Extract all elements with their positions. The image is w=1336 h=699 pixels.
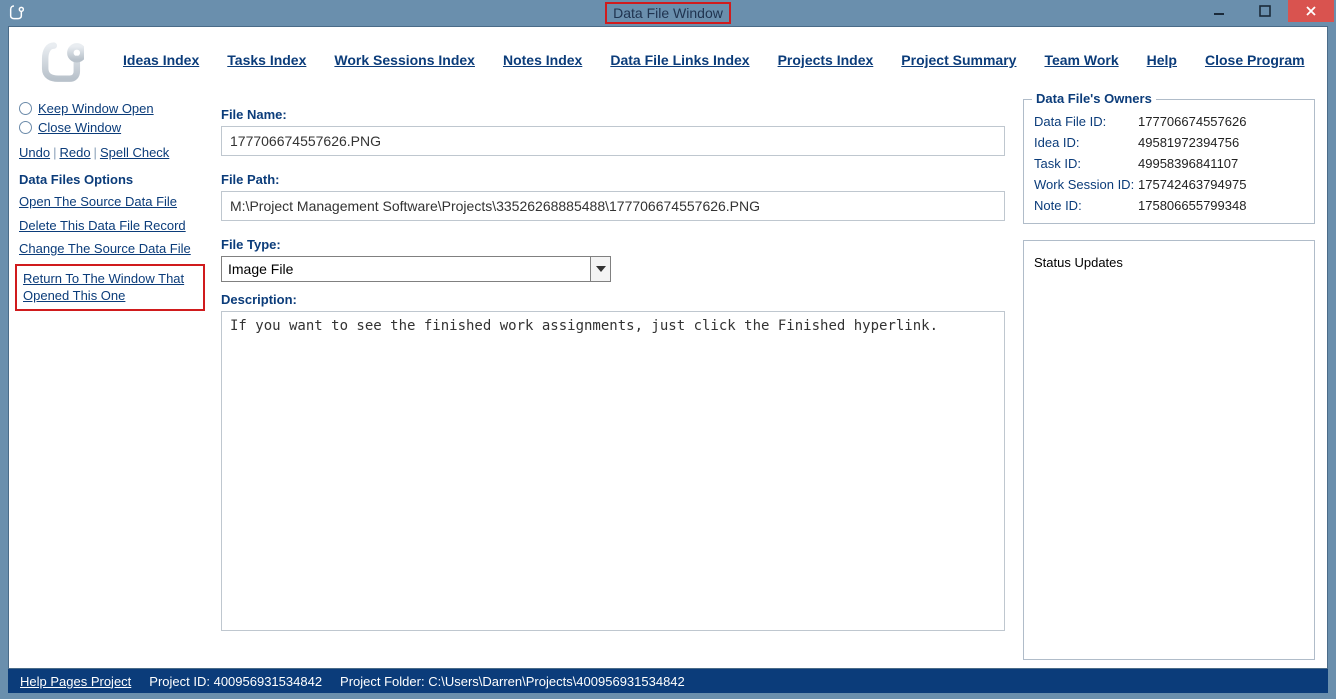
menu-close-program[interactable]: Close Program [1205,52,1305,68]
radio-keep-label: Keep Window Open [38,101,154,116]
change-source-data-file-link[interactable]: Change The Source Data File [19,240,211,258]
app-logo-icon [27,33,95,87]
menu-ideas-index[interactable]: Ideas Index [123,52,199,68]
file-path-label: File Path: [221,172,1005,187]
note-id-value: 175806655799348 [1138,198,1246,213]
radio-icon [19,121,32,134]
radio-close-label: Close Window [38,120,121,135]
idea-id-value: 49581972394756 [1138,135,1239,150]
left-sidebar: Keep Window Open Close Window Undo | Red… [9,93,217,668]
menu-projects-index[interactable]: Projects Index [778,52,874,68]
main-form: File Name: File Path: File Type: Image F… [217,93,1023,668]
titlebar: Data File Window [0,0,1336,26]
chevron-down-icon[interactable] [590,257,610,281]
delete-data-file-record-link[interactable]: Delete This Data File Record [19,217,211,235]
file-type-selected-value: Image File [222,257,590,281]
footer-project-folder: Project Folder: C:\Users\Darren\Projects… [340,674,685,689]
window-title: Data File Window [605,2,731,24]
minimize-button[interactable] [1196,0,1242,22]
file-type-select[interactable]: Image File [221,256,611,282]
help-pages-project-link[interactable]: Help Pages Project [20,674,131,689]
idea-id-label: Idea ID: [1034,135,1138,150]
app-icon [8,4,24,23]
file-name-input[interactable] [221,126,1005,156]
maximize-button[interactable] [1242,0,1288,22]
owners-legend: Data File's Owners [1032,93,1156,106]
data-file-id-label: Data File ID: [1034,114,1138,129]
footer-project-id: Project ID: 400956931534842 [149,674,322,689]
menu-data-file-links-index[interactable]: Data File Links Index [610,52,749,68]
return-link-label: Return To The Window That Opened This On… [23,271,184,304]
radio-close-window[interactable]: Close Window [19,120,211,135]
description-label: Description: [221,292,1005,307]
undo-link[interactable]: Undo [19,145,50,160]
radio-icon [19,102,32,115]
work-session-id-label: Work Session ID: [1034,177,1138,192]
right-column: Data File's Owners Data File ID: 1777066… [1023,93,1327,668]
sidebar-options-header: Data Files Options [19,172,211,187]
return-to-previous-window-link[interactable]: Return To The Window That Opened This On… [15,264,205,311]
work-session-id-value: 175742463794975 [1138,177,1246,192]
app-window: Data File Window [0,0,1336,699]
description-textarea[interactable] [221,311,1005,631]
top-menu-bar: Ideas Index Tasks Index Work Sessions In… [9,27,1327,93]
owners-groupbox: Data File's Owners Data File ID: 1777066… [1023,99,1315,224]
status-updates-legend: Status Updates [1034,255,1304,270]
menu-help[interactable]: Help [1147,52,1177,68]
note-id-label: Note ID: [1034,198,1138,213]
file-path-input[interactable] [221,191,1005,221]
file-name-label: File Name: [221,107,1005,122]
open-source-data-file-link[interactable]: Open The Source Data File [19,193,211,211]
close-button[interactable] [1288,0,1334,22]
data-file-id-value: 177706674557626 [1138,114,1246,129]
menu-project-summary[interactable]: Project Summary [901,52,1016,68]
client-area: Ideas Index Tasks Index Work Sessions In… [8,26,1328,669]
radio-keep-window-open[interactable]: Keep Window Open [19,101,211,116]
task-id-label: Task ID: [1034,156,1138,171]
spell-check-link[interactable]: Spell Check [100,145,169,160]
status-bar: Help Pages Project Project ID: 400956931… [8,669,1328,693]
status-updates-groupbox: Status Updates [1023,240,1315,660]
menu-work-sessions-index[interactable]: Work Sessions Index [334,52,475,68]
menu-tasks-index[interactable]: Tasks Index [227,52,306,68]
menu-team-work[interactable]: Team Work [1044,52,1118,68]
menu-notes-index[interactable]: Notes Index [503,52,582,68]
task-id-value: 49958396841107 [1138,156,1238,171]
file-type-label: File Type: [221,237,1005,252]
redo-link[interactable]: Redo [59,145,90,160]
